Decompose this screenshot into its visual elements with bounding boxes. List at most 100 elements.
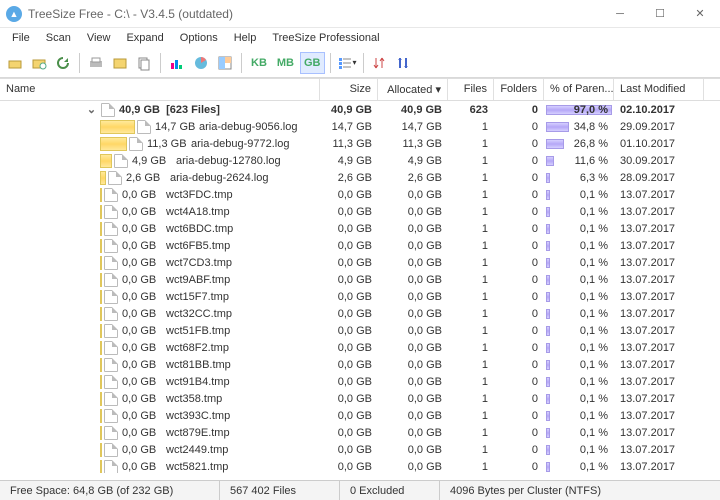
separator: [363, 53, 364, 73]
unit-kb-button[interactable]: KB: [247, 52, 271, 74]
col-name[interactable]: Name: [0, 79, 320, 100]
row-folders: 0: [494, 393, 544, 405]
maximize-button[interactable]: ☐: [640, 0, 680, 28]
file-tree[interactable]: Name Size Allocated ▾ Files Folders % of…: [0, 78, 720, 473]
row-files: 1: [448, 121, 494, 133]
row-lm: 13.07.2017: [614, 325, 704, 337]
chart-icon[interactable]: [166, 52, 188, 74]
table-row[interactable]: 0,0 GB wct6FB5.tmp0,0 GB0,0 GB100,1 %13.…: [0, 237, 720, 254]
pie-icon[interactable]: [190, 52, 212, 74]
table-row[interactable]: 0,0 GB wct51FB.tmp0,0 GB0,0 GB100,1 %13.…: [0, 322, 720, 339]
menu-treesize-professional[interactable]: TreeSize Professional: [264, 30, 387, 46]
table-row[interactable]: 0,0 GB wct6BDC.tmp0,0 GB0,0 GB100,1 %13.…: [0, 220, 720, 237]
file-icon: [104, 409, 118, 423]
row-filename: wct32CC.tmp: [166, 308, 232, 320]
size-bar: [100, 375, 102, 389]
table-row[interactable]: 0,0 GB wct7CD3.tmp0,0 GB0,0 GB100,1 %13.…: [0, 254, 720, 271]
menu-options[interactable]: Options: [172, 30, 226, 46]
filter-button[interactable]: [393, 52, 415, 74]
size-bar: [100, 460, 102, 474]
table-row[interactable]: 0,0 GB wct15F7.tmp0,0 GB0,0 GB100,1 %13.…: [0, 288, 720, 305]
table-row[interactable]: 0,0 GB wct2449.tmp0,0 GB0,0 GB100,1 %13.…: [0, 441, 720, 458]
row-files: 1: [448, 223, 494, 235]
menu-help[interactable]: Help: [226, 30, 265, 46]
row-folders: 0: [494, 257, 544, 269]
table-row[interactable]: 0,0 GB wct393C.tmp0,0 GB0,0 GB100,1 %13.…: [0, 407, 720, 424]
file-icon: [137, 120, 151, 134]
status-cluster: 4096 Bytes per Cluster (NTFS): [440, 481, 720, 500]
col-folders[interactable]: Folders: [494, 79, 544, 100]
view-options-button[interactable]: ▾: [336, 52, 358, 74]
row-size-label: 14,7 GB: [155, 121, 199, 133]
open-explorer-button[interactable]: [109, 52, 131, 74]
sort-button[interactable]: [369, 52, 391, 74]
table-row[interactable]: 0,0 GB wct91B4.tmp0,0 GB0,0 GB100,1 %13.…: [0, 373, 720, 390]
row-folders: 0: [494, 359, 544, 371]
row-filename: wct4A18.tmp: [166, 206, 230, 218]
treemap-icon[interactable]: [214, 52, 236, 74]
menu-view[interactable]: View: [79, 30, 119, 46]
row-lm: 13.07.2017: [614, 342, 704, 354]
menu-scan[interactable]: Scan: [38, 30, 79, 46]
copy-button[interactable]: [133, 52, 155, 74]
table-row[interactable]: 4,9 GB aria-debug-12780.log4,9 GB4,9 GB1…: [0, 152, 720, 169]
size-bar: [100, 409, 102, 423]
row-lm: 13.07.2017: [614, 206, 704, 218]
unit-mb-button[interactable]: MB: [273, 52, 298, 74]
print-button[interactable]: [85, 52, 107, 74]
file-icon: [129, 137, 143, 151]
summary-pct: 97,0 %: [544, 104, 614, 116]
col-lastmodified[interactable]: Last Modified: [614, 79, 704, 100]
menu-file[interactable]: File: [4, 30, 38, 46]
row-filename: aria-debug-2624.log: [170, 172, 268, 184]
table-row[interactable]: 0,0 GB wct358.tmp0,0 GB0,0 GB100,1 %13.0…: [0, 390, 720, 407]
table-row[interactable]: 0,0 GB wct68F2.tmp0,0 GB0,0 GB100,1 %13.…: [0, 339, 720, 356]
file-icon: [104, 222, 118, 236]
row-size-label: 0,0 GB: [122, 427, 166, 439]
size-bar: [100, 290, 102, 304]
row-pct: 0,1 %: [544, 274, 614, 286]
row-lm: 13.07.2017: [614, 223, 704, 235]
row-files: 1: [448, 410, 494, 422]
row-folders: 0: [494, 410, 544, 422]
row-pct: 0,1 %: [544, 342, 614, 354]
col-allocated[interactable]: Allocated ▾: [378, 79, 448, 100]
minimize-button[interactable]: ─: [600, 0, 640, 28]
row-pct: 0,1 %: [544, 376, 614, 388]
table-row[interactable]: 11,3 GB aria-debug-9772.log11,3 GB11,3 G…: [0, 135, 720, 152]
table-row[interactable]: 14,7 GB aria-debug-9056.log14,7 GB14,7 G…: [0, 118, 720, 135]
row-files: 1: [448, 427, 494, 439]
menu-expand[interactable]: Expand: [118, 30, 171, 46]
file-icon: [104, 460, 118, 474]
table-row[interactable]: 0,0 GB wct9ABF.tmp0,0 GB0,0 GB100,1 %13.…: [0, 271, 720, 288]
unit-gb-button[interactable]: GB: [300, 52, 325, 74]
row-lm: 13.07.2017: [614, 410, 704, 422]
col-percent[interactable]: % of Paren...: [544, 79, 614, 100]
table-row[interactable]: 0,0 GB wct32CC.tmp0,0 GB0,0 GB100,1 %13.…: [0, 305, 720, 322]
collapse-icon[interactable]: ⌄: [86, 103, 97, 116]
file-icon: [104, 443, 118, 457]
row-alloc: 0,0 GB: [378, 376, 448, 388]
row-folders: 0: [494, 291, 544, 303]
scan-folder-button[interactable]: [28, 52, 50, 74]
table-row[interactable]: 0,0 GB wct879E.tmp0,0 GB0,0 GB100,1 %13.…: [0, 424, 720, 441]
summary-row[interactable]: ⌄ 40,9 GB [623 Files] 40,9 GB 40,9 GB 62…: [0, 101, 720, 118]
table-row[interactable]: 0,0 GB wct5821.tmp0,0 GB0,0 GB100,1 %13.…: [0, 458, 720, 473]
row-filename: wct2449.tmp: [166, 444, 228, 456]
scan-drive-button[interactable]: [4, 52, 26, 74]
table-row[interactable]: 0,0 GB wct3FDC.tmp0,0 GB0,0 GB100,1 %13.…: [0, 186, 720, 203]
row-size-label: 2,6 GB: [126, 172, 170, 184]
table-row[interactable]: 0,0 GB wct81BB.tmp0,0 GB0,0 GB100,1 %13.…: [0, 356, 720, 373]
summary-lm: 02.10.2017: [614, 104, 704, 116]
row-pct: 0,1 %: [544, 206, 614, 218]
row-size: 0,0 GB: [320, 444, 378, 456]
row-size: 0,0 GB: [320, 359, 378, 371]
col-size[interactable]: Size: [320, 79, 378, 100]
column-headers[interactable]: Name Size Allocated ▾ Files Folders % of…: [0, 79, 720, 101]
col-files[interactable]: Files: [448, 79, 494, 100]
close-button[interactable]: ✕: [680, 0, 720, 28]
refresh-button[interactable]: [52, 52, 74, 74]
table-row[interactable]: 2,6 GB aria-debug-2624.log2,6 GB2,6 GB10…: [0, 169, 720, 186]
size-bar: [100, 171, 106, 185]
table-row[interactable]: 0,0 GB wct4A18.tmp0,0 GB0,0 GB100,1 %13.…: [0, 203, 720, 220]
